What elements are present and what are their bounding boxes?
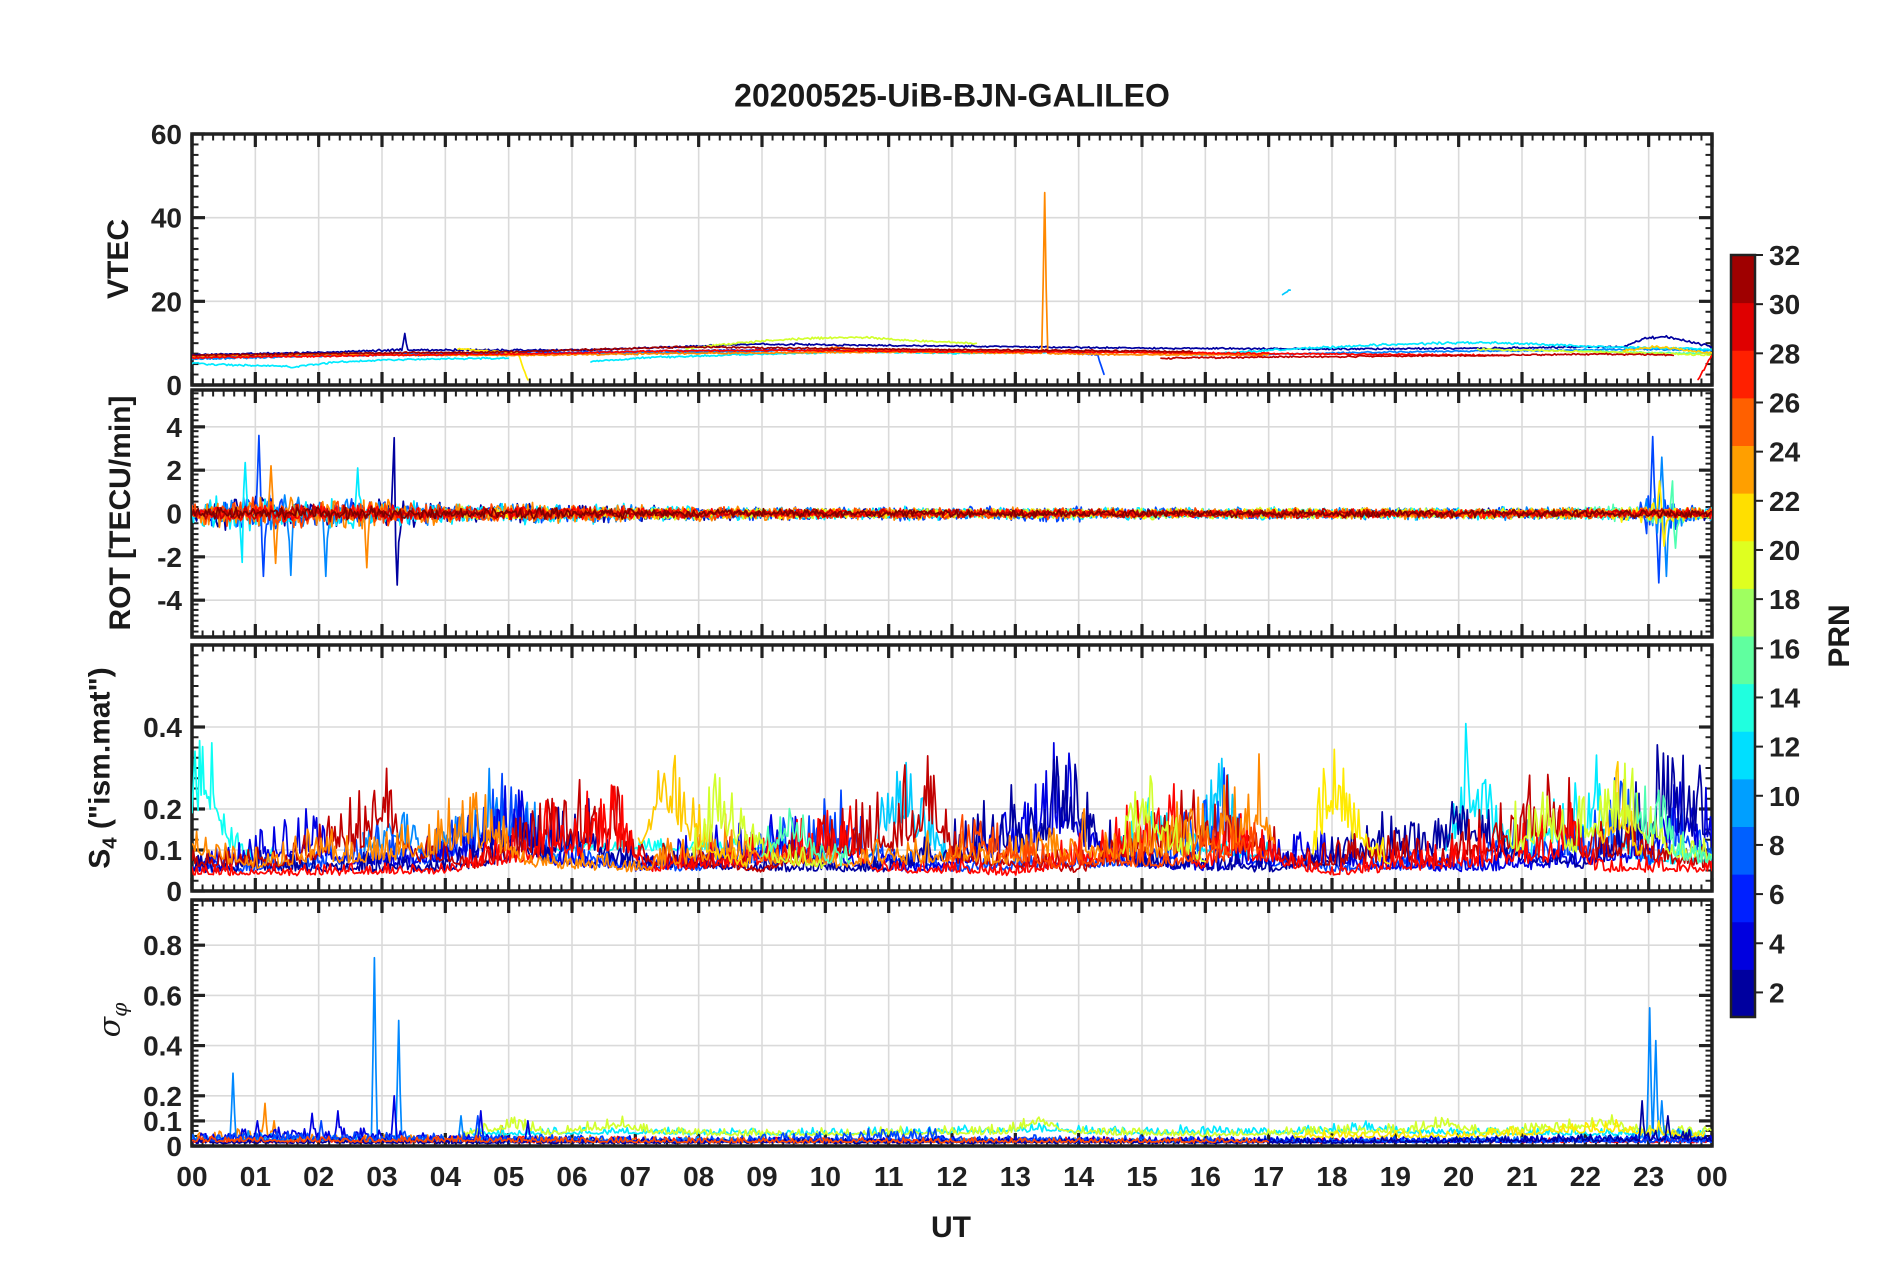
colorbar-tick-label: 18 xyxy=(1769,584,1800,615)
x-tick-label: 12 xyxy=(936,1161,967,1192)
colorbar-block xyxy=(1731,588,1755,637)
colorbar-block xyxy=(1731,302,1755,351)
colorbar-tick-label: 32 xyxy=(1769,240,1800,271)
rot-ytick-label: -4 xyxy=(157,585,182,616)
colorbar-tick-label: 22 xyxy=(1769,486,1800,517)
vtec-series-prn-11 xyxy=(1281,289,1292,296)
colorbar-block xyxy=(1731,826,1755,875)
chart-canvas: 0204060-4-202400.10.20.400.10.20.40.60.8… xyxy=(143,119,1801,1192)
colorbar-tick-label: 26 xyxy=(1769,387,1800,418)
s4-ytick-label: 0.4 xyxy=(143,712,182,743)
colorbar-tick-label: 6 xyxy=(1769,879,1785,910)
colorbar-tick-label: 28 xyxy=(1769,338,1800,369)
x-tick-label: 06 xyxy=(556,1161,587,1192)
sigma-ytick-label: 0.2 xyxy=(143,1081,182,1112)
colorbar-block xyxy=(1731,397,1755,446)
x-tick-label: 08 xyxy=(683,1161,714,1192)
x-tick-label: 09 xyxy=(746,1161,777,1192)
colorbar-block xyxy=(1731,683,1755,732)
vtec-ytick-label: 20 xyxy=(151,286,182,317)
sigma-series-prn-24 xyxy=(192,1102,1263,1144)
colorbar-block xyxy=(1731,731,1755,780)
x-tick-label: 15 xyxy=(1126,1161,1157,1192)
x-tick-label: 19 xyxy=(1380,1161,1411,1192)
rot-ytick-label: -2 xyxy=(157,542,182,573)
colorbar-tick-label: 4 xyxy=(1769,928,1785,959)
rot-ytick-label: 4 xyxy=(166,412,182,443)
x-tick-label: 22 xyxy=(1570,1161,1601,1192)
s4-ytick-label: 0.2 xyxy=(143,794,182,825)
colorbar-block xyxy=(1731,969,1755,1018)
x-tick-label: 02 xyxy=(303,1161,334,1192)
colorbar-block xyxy=(1731,445,1755,494)
x-tick-label: 21 xyxy=(1506,1161,1537,1192)
x-tick-label: 13 xyxy=(1000,1161,1031,1192)
vtec-ytick-label: 60 xyxy=(151,119,182,150)
colorbar-tick-label: 20 xyxy=(1769,535,1800,566)
colorbar-block xyxy=(1731,493,1755,542)
colorbar-tick-label: 16 xyxy=(1769,633,1800,664)
colorbar-tick-label: 10 xyxy=(1769,781,1800,812)
x-tick-label: 00 xyxy=(176,1161,207,1192)
s4-ytick-label: 0 xyxy=(166,876,182,907)
x-tick-label: 17 xyxy=(1253,1161,1284,1192)
rot-ytick-label: 0 xyxy=(166,499,182,530)
x-tick-label: 05 xyxy=(493,1161,524,1192)
rot-ytick-label: 2 xyxy=(166,455,182,486)
x-tick-label: 23 xyxy=(1633,1161,1664,1192)
colorbar-block xyxy=(1731,921,1755,970)
sigma-ytick-label: 0.4 xyxy=(143,1031,182,1062)
vtec-ytick-label: 0 xyxy=(166,370,182,401)
colorbar-block xyxy=(1731,778,1755,827)
vtec-ytick-label: 40 xyxy=(151,203,182,234)
colorbar-tick-label: 24 xyxy=(1769,437,1801,468)
x-tick-label: 16 xyxy=(1190,1161,1221,1192)
colorbar-tick-label: 14 xyxy=(1769,682,1801,713)
x-tick-label: 07 xyxy=(620,1161,651,1192)
colorbar: 2468101214161820222426283032 xyxy=(1729,240,1801,1019)
figure: 20200525-UiB-BJN-GALILEO VTEC ROT [TECU/… xyxy=(0,0,1902,1272)
x-tick-label: 00 xyxy=(1696,1161,1727,1192)
x-tick-label: 03 xyxy=(366,1161,397,1192)
colorbar-tick-label: 2 xyxy=(1769,977,1785,1008)
colorbar-block xyxy=(1731,636,1755,685)
sigma-grid xyxy=(192,900,1712,1146)
colorbar-block xyxy=(1731,540,1755,589)
x-tick-label: 01 xyxy=(240,1161,271,1192)
x-tick-label: 14 xyxy=(1063,1161,1095,1192)
x-tick-label: 20 xyxy=(1443,1161,1474,1192)
colorbar-block xyxy=(1731,255,1755,304)
colorbar-block xyxy=(1731,874,1755,923)
x-tick-label: 04 xyxy=(430,1161,462,1192)
vtec-series-prn-12 xyxy=(192,356,510,369)
colorbar-tick-label: 8 xyxy=(1769,830,1785,861)
colorbar-tick-label: 12 xyxy=(1769,732,1800,763)
vtec-series-prn-28 xyxy=(1697,354,1712,381)
x-tick-label: 18 xyxy=(1316,1161,1347,1192)
colorbar-block xyxy=(1731,350,1755,399)
sigma-ytick-label: 0.8 xyxy=(143,930,182,961)
x-tick-label: 11 xyxy=(874,1161,904,1192)
s4-ytick-label: 0.1 xyxy=(143,835,182,866)
sigma-ytick-label: 0.6 xyxy=(143,980,182,1011)
x-tick-label: 10 xyxy=(810,1161,841,1192)
colorbar-tick-label: 30 xyxy=(1769,289,1800,320)
